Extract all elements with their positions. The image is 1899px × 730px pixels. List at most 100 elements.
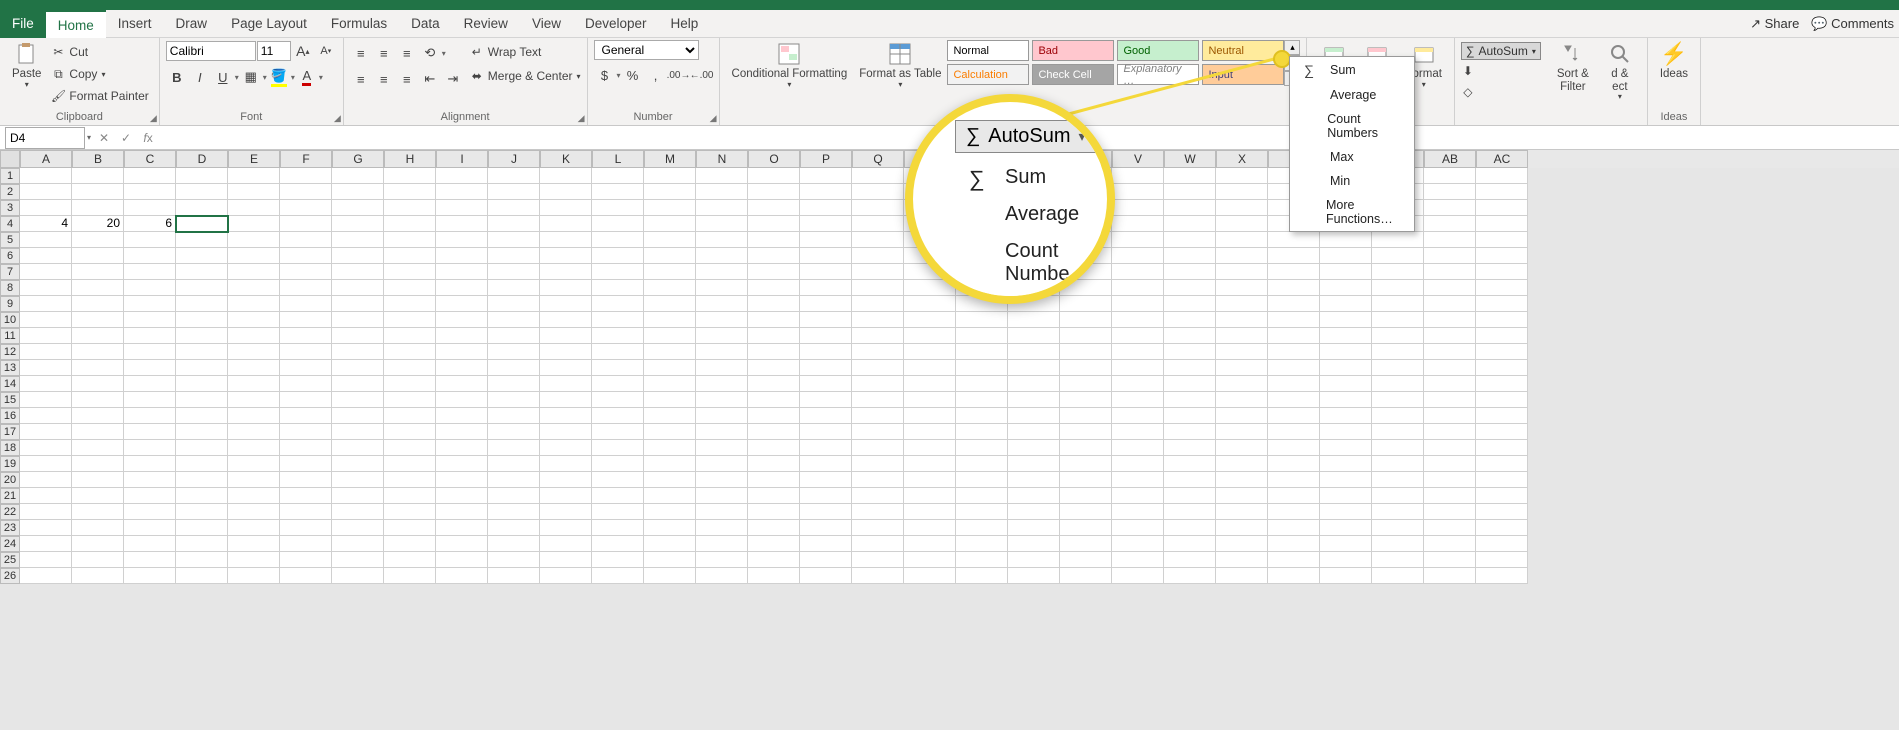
cell[interactable]	[72, 552, 124, 568]
cell[interactable]	[1112, 312, 1164, 328]
cell[interactable]	[1424, 248, 1476, 264]
cell[interactable]	[72, 312, 124, 328]
cell[interactable]	[956, 488, 1008, 504]
cell[interactable]	[956, 456, 1008, 472]
cell[interactable]	[124, 568, 176, 584]
cell[interactable]	[280, 424, 332, 440]
cell[interactable]	[748, 184, 800, 200]
cell[interactable]	[1476, 504, 1528, 520]
cell[interactable]	[20, 248, 72, 264]
cell[interactable]	[956, 376, 1008, 392]
cell[interactable]	[176, 280, 228, 296]
cell[interactable]	[696, 328, 748, 344]
cell[interactable]	[1216, 216, 1268, 232]
cell[interactable]	[124, 536, 176, 552]
cell[interactable]	[1112, 296, 1164, 312]
column-header[interactable]: W	[1164, 150, 1216, 168]
cell[interactable]	[1268, 472, 1320, 488]
cell[interactable]	[280, 200, 332, 216]
cell[interactable]	[748, 520, 800, 536]
cell[interactable]	[20, 280, 72, 296]
cell[interactable]	[124, 552, 176, 568]
cell[interactable]	[488, 488, 540, 504]
cell[interactable]	[1424, 312, 1476, 328]
cell[interactable]	[1216, 248, 1268, 264]
cell[interactable]	[488, 264, 540, 280]
cell[interactable]	[696, 232, 748, 248]
cell[interactable]	[904, 472, 956, 488]
cell[interactable]	[592, 536, 644, 552]
cell[interactable]	[1268, 280, 1320, 296]
cell[interactable]	[384, 264, 436, 280]
cell[interactable]	[176, 552, 228, 568]
cell[interactable]	[852, 456, 904, 472]
autosum-menu-more[interactable]: More Functions…	[1290, 193, 1414, 231]
cell[interactable]	[124, 360, 176, 376]
cell[interactable]	[540, 504, 592, 520]
cell[interactable]	[852, 552, 904, 568]
cell[interactable]	[332, 456, 384, 472]
cell[interactable]	[1320, 312, 1372, 328]
cell[interactable]	[20, 440, 72, 456]
cell[interactable]	[20, 296, 72, 312]
cell[interactable]	[1268, 552, 1320, 568]
cell[interactable]	[176, 248, 228, 264]
cell[interactable]	[124, 264, 176, 280]
cell[interactable]	[852, 504, 904, 520]
cell[interactable]	[20, 168, 72, 184]
cell[interactable]	[696, 200, 748, 216]
cell[interactable]	[748, 536, 800, 552]
cell[interactable]	[1164, 344, 1216, 360]
cell[interactable]	[1268, 440, 1320, 456]
cell[interactable]	[748, 392, 800, 408]
cell[interactable]	[1320, 488, 1372, 504]
cell[interactable]	[1164, 424, 1216, 440]
cell[interactable]	[1164, 328, 1216, 344]
tab-formulas[interactable]: Formulas	[319, 10, 399, 38]
cell[interactable]	[228, 168, 280, 184]
column-header[interactable]: B	[72, 150, 124, 168]
cell[interactable]	[956, 328, 1008, 344]
cell[interactable]	[904, 488, 956, 504]
cell[interactable]	[800, 280, 852, 296]
cell[interactable]	[1164, 552, 1216, 568]
cell[interactable]	[1008, 344, 1060, 360]
column-header[interactable]: L	[592, 150, 644, 168]
cell[interactable]	[592, 184, 644, 200]
cell[interactable]	[644, 344, 696, 360]
cell[interactable]	[1008, 360, 1060, 376]
format-as-table-button[interactable]: Format as Table ▾	[853, 40, 947, 91]
cell[interactable]	[592, 408, 644, 424]
cell[interactable]	[1008, 520, 1060, 536]
cell[interactable]	[1372, 456, 1424, 472]
cell[interactable]	[488, 536, 540, 552]
cell[interactable]	[1268, 568, 1320, 584]
cell[interactable]	[800, 552, 852, 568]
cell[interactable]	[436, 424, 488, 440]
cell[interactable]	[280, 248, 332, 264]
cell[interactable]	[1424, 520, 1476, 536]
cell[interactable]	[384, 376, 436, 392]
cell[interactable]	[1112, 248, 1164, 264]
cell[interactable]	[280, 392, 332, 408]
cell[interactable]	[644, 328, 696, 344]
style-calculation[interactable]: Calculation	[947, 64, 1029, 85]
cell[interactable]	[72, 424, 124, 440]
cell[interactable]	[1216, 264, 1268, 280]
merge-center-button[interactable]: ⬌Merge & Center ▾	[470, 66, 581, 86]
cell[interactable]	[644, 424, 696, 440]
cell[interactable]	[904, 504, 956, 520]
cell[interactable]	[852, 280, 904, 296]
cell[interactable]	[852, 472, 904, 488]
cell[interactable]	[644, 232, 696, 248]
cell[interactable]	[800, 488, 852, 504]
cell[interactable]	[332, 296, 384, 312]
cell[interactable]	[748, 472, 800, 488]
cell[interactable]	[488, 472, 540, 488]
cell[interactable]	[956, 392, 1008, 408]
cell[interactable]	[592, 472, 644, 488]
cell[interactable]	[1112, 200, 1164, 216]
cell[interactable]	[904, 440, 956, 456]
cell[interactable]	[1268, 424, 1320, 440]
cell[interactable]	[176, 408, 228, 424]
